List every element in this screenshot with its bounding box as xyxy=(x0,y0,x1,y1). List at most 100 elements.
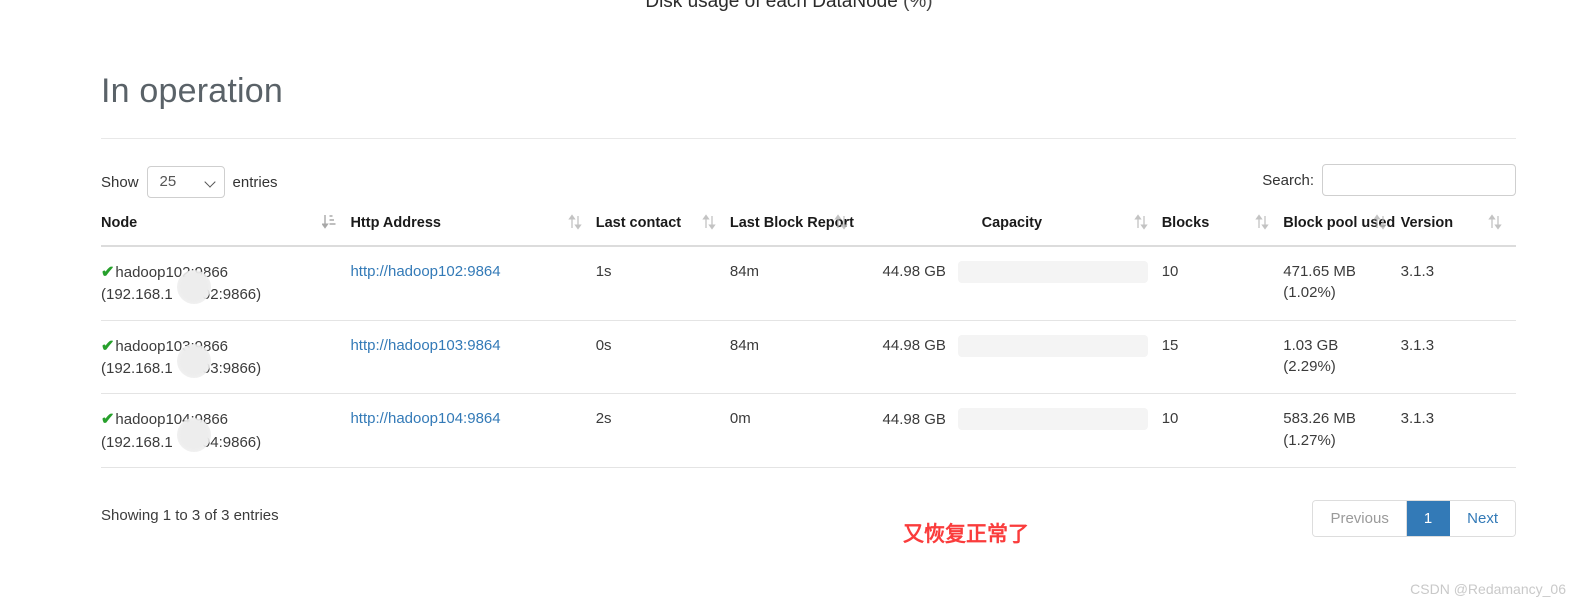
table-length-control: Show 102550100 entries xyxy=(101,166,286,198)
pagination-page-1[interactable]: 1 xyxy=(1406,501,1451,536)
pagination: Previous 1 Next xyxy=(1312,500,1516,537)
column-header-http-address[interactable]: Http Address xyxy=(350,214,596,247)
node-ip: (192.168.1 104:9866) xyxy=(101,417,261,454)
table-header-row: Node Http Address Last contact Last Bloc… xyxy=(101,214,1516,247)
redaction-blur xyxy=(177,417,211,452)
cell-node: ✔hadoop102:9866 (192.168.1 102:9866) xyxy=(101,245,351,321)
column-header-http-address-label: Http Address xyxy=(350,215,441,231)
block-pool-used-size: 471.65 MB xyxy=(1283,262,1356,280)
column-header-version[interactable]: Version xyxy=(1400,214,1516,247)
cell-block-pool-used: 1.03 GB (2.29%) xyxy=(1283,320,1401,395)
capacity-text: 44.98 GB xyxy=(882,336,946,354)
search-label: Search: xyxy=(1262,171,1314,189)
cell-last-block-report: 84m xyxy=(729,320,862,395)
cell-capacity: 44.98 GB xyxy=(861,245,1162,321)
cell-version: 3.1.3 xyxy=(1400,245,1516,321)
sort-icon[interactable] xyxy=(1255,214,1269,230)
capacity-text: 44.98 GB xyxy=(882,410,946,428)
node-ip: (192.168.1 103:9866) xyxy=(101,343,261,380)
datanode-page: Disk usage of each DataNode (%) In opera… xyxy=(0,0,1578,609)
column-header-last-block-report[interactable]: Last Block Report xyxy=(729,214,862,247)
cell-block-pool-used: 471.65 MB (1.02%) xyxy=(1283,245,1401,321)
cell-http-address: http://hadoop104:9864 xyxy=(350,393,596,469)
cell-http-address: http://hadoop103:9864 xyxy=(350,320,596,395)
chart-title-unit: (%) xyxy=(903,0,933,12)
block-pool-used-size: 1.03 GB xyxy=(1283,336,1339,354)
sort-icon[interactable] xyxy=(1488,214,1502,230)
cell-last-block-report: 0m xyxy=(729,393,862,469)
cell-version: 3.1.3 xyxy=(1400,393,1516,469)
column-header-blocks-label: Blocks xyxy=(1161,215,1210,231)
cell-blocks: 10 xyxy=(1161,393,1284,469)
table-row: ✔hadoop103:9866 (192.168.1 103:9866) http:… xyxy=(101,320,1516,395)
chart-title-main: Disk usage of each DataNode xyxy=(645,0,898,12)
column-header-version-label: Version xyxy=(1400,215,1454,231)
pagination-previous[interactable]: Previous xyxy=(1313,501,1407,536)
check-icon: ✔ xyxy=(101,411,115,429)
cell-node: ✔hadoop103:9866 (192.168.1 103:9866) xyxy=(101,320,351,395)
table-info: Showing 1 to 3 of 3 entries xyxy=(101,507,279,524)
capacity-progress-bar xyxy=(957,408,1148,431)
watermark: CSDN @Redamancy_06 xyxy=(1410,581,1566,597)
sort-icon[interactable] xyxy=(1372,214,1387,230)
node-name: hadoop104:9866 xyxy=(115,411,229,429)
cell-last-block-report: 84m xyxy=(729,245,862,321)
table-search-control: Search: xyxy=(1262,164,1516,196)
table-head: Node Http Address Last contact Last Bloc… xyxy=(101,214,1516,247)
cell-capacity: 44.98 GB xyxy=(861,320,1162,395)
datanodes-table: Node Http Address Last contact Last Bloc… xyxy=(101,214,1516,469)
http-address-link[interactable]: http://hadoop103:9864 xyxy=(350,337,500,354)
column-header-last-contact-label: Last contact xyxy=(595,215,682,231)
column-header-node[interactable]: Node xyxy=(101,214,351,247)
annotation-text: 又恢复正常了 xyxy=(903,523,1029,546)
entries-label: entries xyxy=(232,173,278,191)
cell-http-address: http://hadoop102:9864 xyxy=(350,245,596,321)
column-header-node-label: Node xyxy=(101,215,138,231)
capacity-progress-bar xyxy=(957,334,1148,357)
cell-block-pool-used: 583.26 MB (1.27%) xyxy=(1283,393,1401,469)
title-divider xyxy=(101,138,1516,139)
block-pool-used-size: 583.26 MB xyxy=(1283,410,1356,428)
cell-last-contact: 2s xyxy=(595,393,730,469)
table-row: ✔hadoop104:9866 (192.168.1 104:9866) http:… xyxy=(101,393,1516,469)
column-header-capacity-label: Capacity xyxy=(981,215,1043,231)
check-icon: ✔ xyxy=(101,263,115,281)
sort-icon[interactable] xyxy=(834,214,848,230)
node-name: hadoop103:9866 xyxy=(115,337,229,355)
sort-icon[interactable] xyxy=(568,214,582,230)
column-header-block-pool-used[interactable]: Block pool used xyxy=(1283,214,1401,247)
cell-node: ✔hadoop104:9866 (192.168.1 104:9866) xyxy=(101,393,351,469)
sort-amount-desc-icon[interactable] xyxy=(321,214,336,230)
sort-icon[interactable] xyxy=(702,214,716,230)
show-label: Show xyxy=(101,173,139,191)
block-pool-used-percent: (1.02%) xyxy=(1283,284,1336,302)
page-title: In operation xyxy=(101,72,283,110)
search-input[interactable] xyxy=(1322,164,1516,196)
cell-last-contact: 0s xyxy=(595,320,730,395)
redaction-blur xyxy=(177,343,211,378)
table-row: ✔hadoop102:9866 (192.168.1 102:9866) http:… xyxy=(101,245,1516,321)
cell-last-contact: 1s xyxy=(595,245,730,321)
capacity-progress-bar xyxy=(957,260,1148,283)
pagination-next[interactable]: Next xyxy=(1450,501,1515,536)
block-pool-used-percent: (1.27%) xyxy=(1283,432,1336,450)
column-header-capacity[interactable]: Capacity xyxy=(861,214,1162,247)
page-length-select-wrap[interactable]: 102550100 xyxy=(146,166,225,198)
chart-title: Disk usage of each DataNode (%) xyxy=(0,0,1578,13)
capacity-text: 44.98 GB xyxy=(882,262,946,280)
sort-icon[interactable] xyxy=(1134,214,1148,230)
http-address-link[interactable]: http://hadoop104:9864 xyxy=(350,410,500,427)
cell-version: 3.1.3 xyxy=(1400,320,1516,395)
table-body: ✔hadoop102:9866 (192.168.1 102:9866) http:… xyxy=(101,245,1516,469)
node-name: hadoop102:9866 xyxy=(115,263,229,281)
column-header-last-contact[interactable]: Last contact xyxy=(595,214,730,247)
block-pool-used-percent: (2.29%) xyxy=(1283,358,1336,376)
redaction-blur xyxy=(177,269,211,304)
column-header-blocks[interactable]: Blocks xyxy=(1161,214,1284,247)
http-address-link[interactable]: http://hadoop102:9864 xyxy=(350,263,500,280)
cell-blocks: 10 xyxy=(1161,245,1284,321)
cell-blocks: 15 xyxy=(1161,320,1284,395)
page-length-select[interactable]: 102550100 xyxy=(146,166,225,198)
cell-capacity: 44.98 GB xyxy=(861,393,1162,469)
check-icon: ✔ xyxy=(101,337,115,355)
